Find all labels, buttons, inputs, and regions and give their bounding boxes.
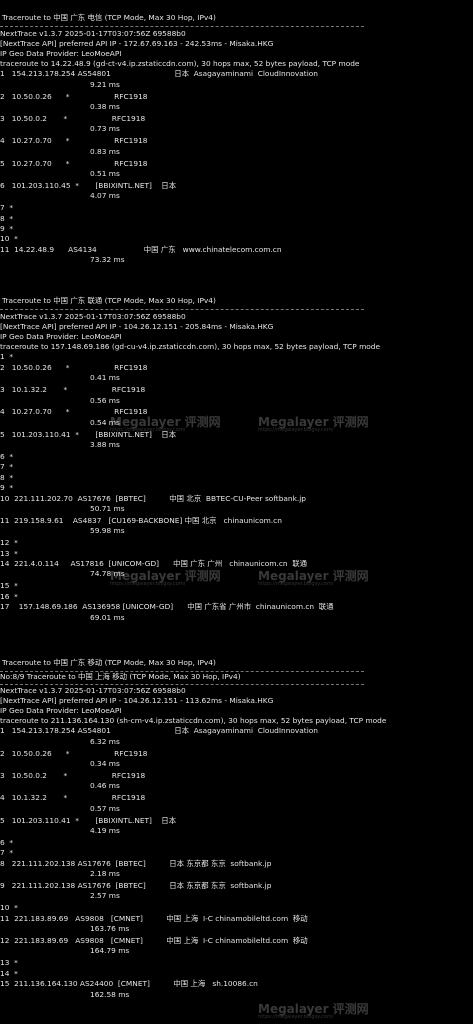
hop-latency: 4.19 ms — [90, 826, 120, 835]
section-title: Traceroute to 中国 广东 电信 (TCP Mode, Max 30… — [2, 13, 216, 22]
hop-line: 8 * — [0, 472, 14, 482]
hop-latency: 4.07 ms — [90, 191, 120, 201]
hop-line: 3 10.50.0.2 * RFC1918 — [0, 771, 146, 780]
separator-line — [0, 26, 364, 28]
watermark: Megalayer 评测网 https://megalayer.blogsy.co… — [110, 416, 221, 433]
header-line: IP Geo Data Provider: LeoMoeAPI — [0, 706, 122, 716]
section-title: Traceroute to 中国 广东 联通 (TCP Mode, Max 30… — [2, 296, 216, 305]
hop-latency: 163.76 ms — [90, 924, 130, 934]
hop-latency: 69.01 ms — [90, 612, 125, 622]
section-subtitle: No:8/9 Traceroute to 中国 上海 移动 (TCP Mode,… — [0, 672, 241, 681]
hop-latency: 3.88 ms — [90, 440, 120, 450]
hop-latency: 0.57 ms — [90, 803, 120, 813]
hop-line: 3 10.1.32.2 * RFC1918 — [0, 385, 146, 395]
hop-latency: 0.83 ms — [90, 146, 120, 156]
hop-latency: 0.34 ms — [90, 759, 120, 769]
hop-line: 6 101.203.110.45 * [BBIXINTL.NET] 日本 — [0, 180, 177, 190]
hop-latency: 0.38 ms — [90, 102, 120, 112]
header-line: IP Geo Data Provider: LeoMoeAPI — [0, 332, 122, 342]
header-line: [NextTrace API] preferred API IP - 104.2… — [0, 322, 274, 332]
hop-line: 15 * — [0, 581, 18, 591]
watermark: Megalayer 评测网 https://megalayer.blogsy.co… — [258, 1003, 369, 1020]
hop-line: 5 101.203.110.41 * [BBIXINTL.NET] 日本 — [0, 815, 177, 825]
watermark: Megalayer 评测网 https://megalayer.blogsy.co… — [110, 570, 221, 587]
hop-line: 7 * — [0, 203, 14, 213]
hop-line: 4 10.1.32.2 * RFC1918 — [0, 793, 146, 803]
header-line: NextTrace v1.3.7 2025-01-17T03:07:56Z 69… — [0, 29, 186, 38]
hop-line: 2 10.50.0.26 * RFC1918 — [0, 362, 148, 372]
hop-line: 5 10.27.0.70 * RFC1918 — [0, 158, 148, 168]
hop-latency: 0.41 ms — [90, 373, 120, 383]
hop-line: 8 * — [0, 213, 14, 223]
hop-latency: 50.71 ms — [90, 504, 125, 513]
hop-line: 10 * — [0, 234, 18, 244]
hop-line: 13 * — [0, 958, 18, 968]
hop-line: 9 221.111.202.138 AS17676 [BBTEC] 日本 东京都… — [0, 881, 272, 890]
hop-line: 17 157.148.69.186 AS136958 [UNICOM-GD] 中… — [0, 602, 334, 612]
hop-line: 11 14.22.48.9 AS4134 中国 广东 www.chinatele… — [0, 244, 282, 254]
hop-line: 2 10.50.0.26 * RFC1918 — [0, 91, 148, 101]
hop-line: 16 * — [0, 591, 18, 601]
hop-line: 7 * — [0, 848, 14, 858]
hop-line: 9 * — [0, 483, 14, 493]
hop-line: 13 * — [0, 548, 18, 558]
hop-line: 1 154.213.178.254 AS54801 日本 Asagayamina… — [0, 69, 318, 79]
hop-line: 10 * — [0, 903, 18, 913]
hop-line: 14 221.4.0.114 AS17816 [UNICOM-GD] 中国 广东… — [0, 559, 308, 568]
hop-line: 1 * — [0, 352, 14, 362]
hop-latency: 9.21 ms — [90, 79, 120, 89]
hop-line: 15 211.136.164.130 AS24400 [CMNET] 中国 上海… — [0, 979, 258, 989]
hop-latency: 0.56 ms — [90, 395, 120, 405]
header-line: [NextTrace API] preferred API IP - 172.6… — [0, 39, 274, 49]
hop-line: 6 * — [0, 837, 14, 847]
hop-latency: 2.18 ms — [90, 869, 120, 879]
hop-line: 3 10.50.0.2 * RFC1918 — [0, 114, 146, 123]
watermark-url: https://megalayer.blogsy.com/ — [110, 427, 186, 433]
hop-line: 9 * — [0, 224, 14, 233]
watermark-url: https://megalayer.blogsy.com/ — [258, 427, 334, 433]
hop-latency: 0.73 ms — [90, 124, 120, 134]
watermark: Megalayer 评测网 https://megalayer.blogsy.co… — [258, 570, 369, 587]
header-line: traceroute to 157.148.69.186 (gd-cu-v4.i… — [0, 342, 381, 352]
separator-line — [0, 309, 364, 311]
hop-line: 6 * — [0, 452, 14, 461]
hop-latency: 0.46 ms — [90, 781, 120, 791]
section-title: Traceroute to 中国 广东 移动 (TCP Mode, Max 30… — [2, 658, 216, 667]
hop-line: 4 10.27.0.70 * RFC1918 — [0, 136, 148, 146]
hop-line: 12 * — [0, 538, 18, 548]
header-line: traceroute to 14.22.48.9 (gd-ct-v4.ip.zs… — [0, 59, 360, 69]
hop-latency: 0.51 ms — [90, 169, 120, 178]
hop-line: 14 * — [0, 968, 18, 978]
hop-latency: 6.32 ms — [90, 736, 120, 746]
watermark: Megalayer 评测网 https://megalayer.blogsy.co… — [258, 416, 369, 433]
header-line: [NextTrace API] preferred API IP - 104.2… — [0, 696, 274, 706]
header-line: NextTrace v1.3.7 2025-01-17T03:07:56Z 69… — [0, 686, 186, 695]
hop-latency: 162.58 ms — [90, 989, 130, 999]
hop-line: 1 154.213.178.254 AS54801 日本 Asagayamina… — [0, 726, 318, 736]
hop-latency: 73.32 ms — [90, 255, 125, 265]
hop-latency: 2.57 ms — [90, 891, 120, 901]
hop-line: 2 10.50.0.26 * RFC1918 — [0, 748, 148, 758]
hop-line: 11 221.183.89.69 AS9808 [CMNET] 中国 上海 I-… — [0, 913, 308, 923]
watermark-url: https://megalayer.blogsy.com/ — [110, 581, 186, 587]
header-line: NextTrace v1.3.7 2025-01-17T03:07:56Z 69… — [0, 312, 186, 321]
hop-line: 12 221.183.89.69 AS9808 [CMNET] 中国 上海 I-… — [0, 936, 308, 945]
hop-latency: 59.98 ms — [90, 526, 125, 536]
watermark-url: https://megalayer.blogsy.com/ — [258, 581, 334, 587]
hop-line: 10 221.111.202.70 AS17676 [BBTEC] 中国 北京 … — [0, 493, 306, 503]
hop-line: 7 * — [0, 462, 14, 472]
header-line: traceroute to 211.136.164.130 (sh-cm-v4.… — [0, 716, 387, 726]
watermark-url: https://megalayer.blogsy.com/ — [258, 1014, 334, 1020]
hop-line: 11 219.158.9.61 AS4837 [CU169-BACKBONE] … — [0, 515, 282, 525]
hop-latency: 164.79 ms — [90, 946, 130, 956]
header-line: IP Geo Data Provider: LeoMoeAPI — [0, 49, 122, 59]
hop-line: 8 221.111.202.138 AS17676 [BBTEC] 日本 东京都… — [0, 858, 272, 868]
